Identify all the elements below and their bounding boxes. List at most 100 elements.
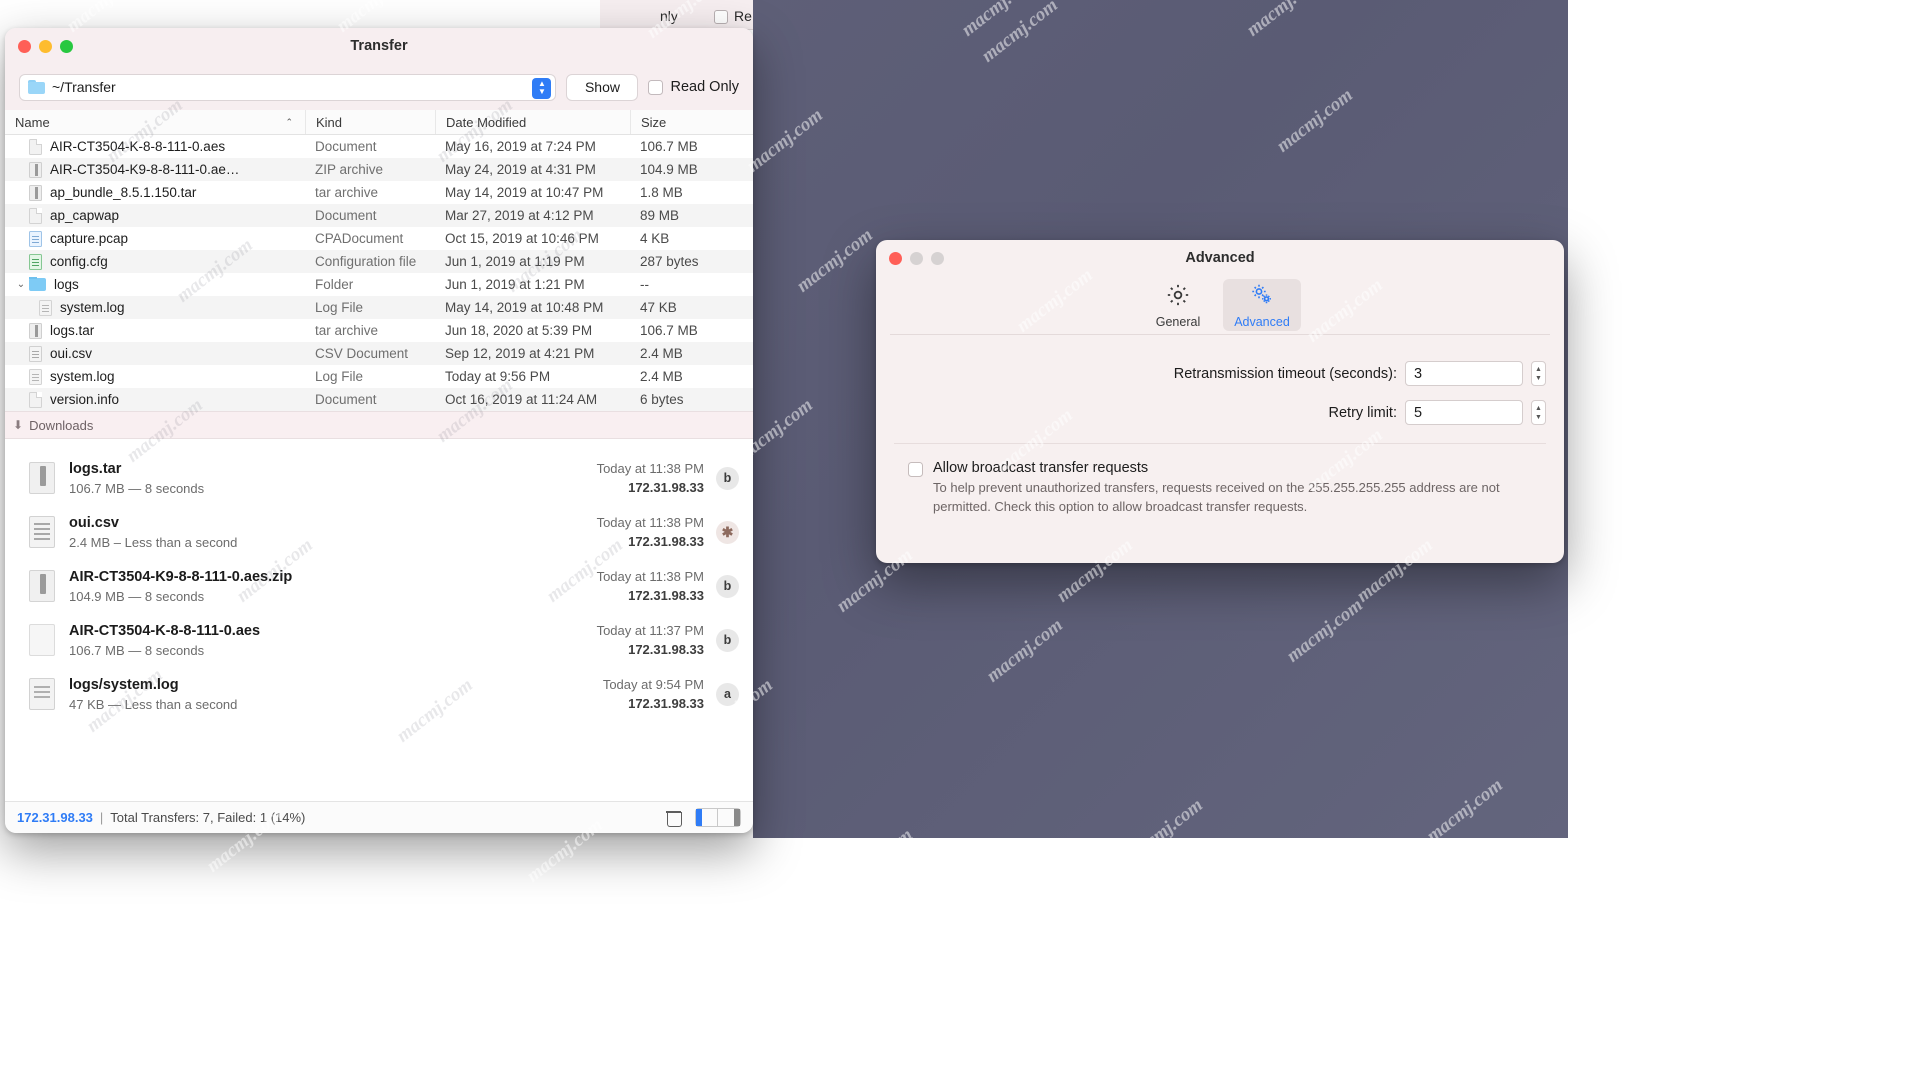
broadcast-description: To help prevent unauthorized transfers, …: [933, 480, 1500, 514]
background-strip-checkbox[interactable]: [714, 10, 728, 24]
zip-file-icon: [29, 322, 42, 339]
prefs-content: Retransmission timeout (seconds): 3 ▲ ▼ …: [876, 335, 1564, 563]
transfer-window: Transfer ~/Transfer ▲ ▼ Show Read Only N…: [5, 28, 753, 833]
gears-icon: [1249, 282, 1275, 313]
file-name-cell: logs.tar: [5, 322, 305, 339]
zip-file-icon: [29, 161, 42, 178]
file-row[interactable]: logs.tar tar archive Jun 18, 2020 at 5:39 …: [5, 319, 753, 342]
file-kind: tar archive: [315, 185, 379, 200]
file-row[interactable]: config.cfg Configuration file Jun 1, 2019 …: [5, 250, 753, 273]
retry-limit-row: Retry limit: 5 ▲ ▼: [894, 400, 1546, 425]
file-row[interactable]: ap_bundle_8.5.1.150.tar tar archive May 14…: [5, 181, 753, 204]
file-list[interactable]: AIR-CT3504-K-8-8-111-0.aes Document May 16…: [5, 135, 753, 411]
trash-icon[interactable]: [666, 809, 682, 827]
sidebar-left-icon[interactable]: [695, 808, 718, 827]
file-name: AIR-CT3504-K9-8-8-111-0.ae…: [50, 162, 240, 177]
transfer-info: AIR-CT3504-K-8-8-111-0.aes 106.7 MB — 8 s…: [69, 623, 597, 658]
log-file-icon: [29, 368, 42, 385]
file-row[interactable]: AIR-CT3504-K9-8-8-111-0.ae… ZIP archive Ma…: [5, 158, 753, 181]
transfer-list[interactable]: logs.tar 106.7 MB — 8 seconds Today at 11:…: [5, 439, 753, 801]
downloads-section-header: ⬇ Downloads: [5, 411, 753, 439]
file-row[interactable]: capture.pcap CPADocument Oct 15, 2019 at 1…: [5, 227, 753, 250]
transfer-file-name: AIR-CT3504-K9-8-8-111-0.aes.zip: [69, 568, 293, 585]
file-date: Oct 16, 2019 at 11:24 AM: [445, 392, 598, 407]
file-row[interactable]: system.log Log File Today at 9:56 PM 2.4 MB: [5, 365, 753, 388]
transfer-row[interactable]: AIR-CT3504-K9-8-8-111-0.aes.zip 104.9 MB …: [5, 559, 753, 613]
transfer-row[interactable]: oui.csv 2.4 MB – Less than a second Today …: [5, 505, 753, 559]
file-size: 287 bytes: [640, 254, 699, 269]
sidebar-right-icon[interactable]: [718, 808, 741, 827]
file-kind: Document: [315, 392, 377, 407]
csv-transfer-icon: [29, 516, 55, 548]
retry-limit-stepper[interactable]: ▲ ▼: [1531, 400, 1546, 425]
retransmission-timeout-label: Retransmission timeout (seconds):: [1173, 365, 1397, 382]
transfer-meta: Today at 11:38 PM 172.31.98.33: [597, 569, 704, 603]
read-only-checkbox[interactable]: [648, 79, 664, 95]
view-toggle[interactable]: [695, 808, 741, 827]
file-kind: Log File: [315, 300, 364, 315]
retry-limit-input[interactable]: 5: [1405, 400, 1523, 425]
transfer-info: AIR-CT3504-K9-8-8-111-0.aes.zip 104.9 MB …: [69, 569, 597, 604]
transfer-status-badge[interactable]: b: [716, 574, 739, 598]
read-only-label: Read Only: [670, 79, 739, 95]
file-row[interactable]: ap_capwap Document Mar 27, 2019 at 4:12 PM…: [5, 204, 753, 227]
broadcast-checkbox[interactable]: [908, 462, 923, 477]
file-date: Oct 15, 2019 at 10:46 PM: [445, 231, 599, 246]
transfer-meta: Today at 9:54 PM 172.31.98.33: [603, 677, 704, 711]
path-field[interactable]: ~/Transfer ▲ ▼: [19, 73, 557, 101]
transfer-ip: 172.31.98.33: [628, 642, 704, 657]
transfer-info: oui.csv 2.4 MB – Less than a second: [69, 515, 597, 550]
retry-limit-label: Retry limit:: [1328, 404, 1397, 421]
transfer-status-badge[interactable]: b: [716, 628, 739, 652]
transfer-time: Today at 11:38 PM: [596, 461, 704, 476]
column-header-name[interactable]: Name ⌃: [5, 110, 305, 134]
retransmission-timeout-stepper[interactable]: ▲ ▼: [1531, 361, 1546, 386]
show-button[interactable]: Show: [566, 73, 639, 101]
file-name-cell: AIR-CT3504-K9-8-8-111-0.ae…: [5, 161, 305, 178]
pcap-file-icon: [29, 230, 42, 247]
file-name: ap_bundle_8.5.1.150.tar: [50, 185, 197, 200]
transfer-status-badge[interactable]: ✱: [716, 520, 739, 544]
doc-file-icon: [29, 391, 42, 408]
prefs-toolbar: General Advanced: [876, 276, 1564, 334]
column-header-size[interactable]: Size: [630, 110, 743, 134]
background-window-strip: nly Re: [600, 0, 753, 30]
stepper-up-icon: ▲: [1535, 404, 1542, 412]
transfer-row[interactable]: AIR-CT3504-K-8-8-111-0.aes 106.7 MB — 8 s…: [5, 613, 753, 667]
path-popup-chevron-icon[interactable]: ▲ ▼: [532, 77, 552, 99]
transfer-ip: 172.31.98.33: [628, 480, 704, 495]
desktop-bottom-panel: [0, 838, 1568, 1080]
transfer-row[interactable]: logs.tar 106.7 MB — 8 seconds Today at 11:…: [5, 451, 753, 505]
file-row[interactable]: AIR-CT3504-K-8-8-111-0.aes Document May 16…: [5, 135, 753, 158]
file-size: 104.9 MB: [640, 162, 698, 177]
column-header-date[interactable]: Date Modified: [435, 110, 630, 134]
transfer-detail: 2.4 MB – Less than a second: [69, 534, 238, 550]
read-only-group[interactable]: Read Only: [648, 79, 739, 95]
retransmission-timeout-input[interactable]: 3: [1405, 361, 1523, 386]
file-name-cell: config.cfg: [5, 253, 305, 270]
file-row[interactable]: system.log Log File May 14, 2019 at 10:48 …: [5, 296, 753, 319]
status-bar: 172.31.98.33 | Total Transfers: 7, Faile…: [5, 801, 753, 833]
tab-advanced[interactable]: Advanced: [1223, 279, 1301, 331]
column-header-kind[interactable]: Kind: [305, 110, 435, 134]
tar-transfer-icon: [29, 570, 55, 602]
transfer-file-name: logs.tar: [69, 460, 122, 477]
tab-general[interactable]: General: [1139, 279, 1217, 331]
file-row[interactable]: version.info Document Oct 16, 2019 at 11:2…: [5, 388, 753, 411]
transfer-row[interactable]: logs/system.log 47 KB — Less than a secon…: [5, 667, 753, 721]
disclosure-triangle-icon[interactable]: ⌄: [15, 279, 27, 290]
file-date: Mar 27, 2019 at 4:12 PM: [445, 208, 594, 223]
transfer-status-badge[interactable]: b: [716, 466, 739, 490]
transfer-status-badge[interactable]: a: [716, 682, 739, 706]
tab-advanced-label: Advanced: [1234, 314, 1290, 329]
transfer-detail: 47 KB — Less than a second: [69, 696, 238, 712]
prefs-window-title: Advanced: [1185, 250, 1255, 266]
file-row[interactable]: oui.csv CSV Document Sep 12, 2019 at 4:21 …: [5, 342, 753, 365]
file-row[interactable]: ⌄ logs Folder Jun 1, 2019 at 1:21 PM --: [5, 273, 753, 296]
column-label-name: Name: [15, 114, 50, 130]
file-date: May 24, 2019 at 4:31 PM: [445, 162, 596, 177]
file-size: 2.4 MB: [640, 346, 683, 361]
file-name: system.log: [50, 369, 115, 384]
desktop-right-panel: [1568, 0, 1920, 1080]
prefs-section-divider: [894, 443, 1546, 444]
